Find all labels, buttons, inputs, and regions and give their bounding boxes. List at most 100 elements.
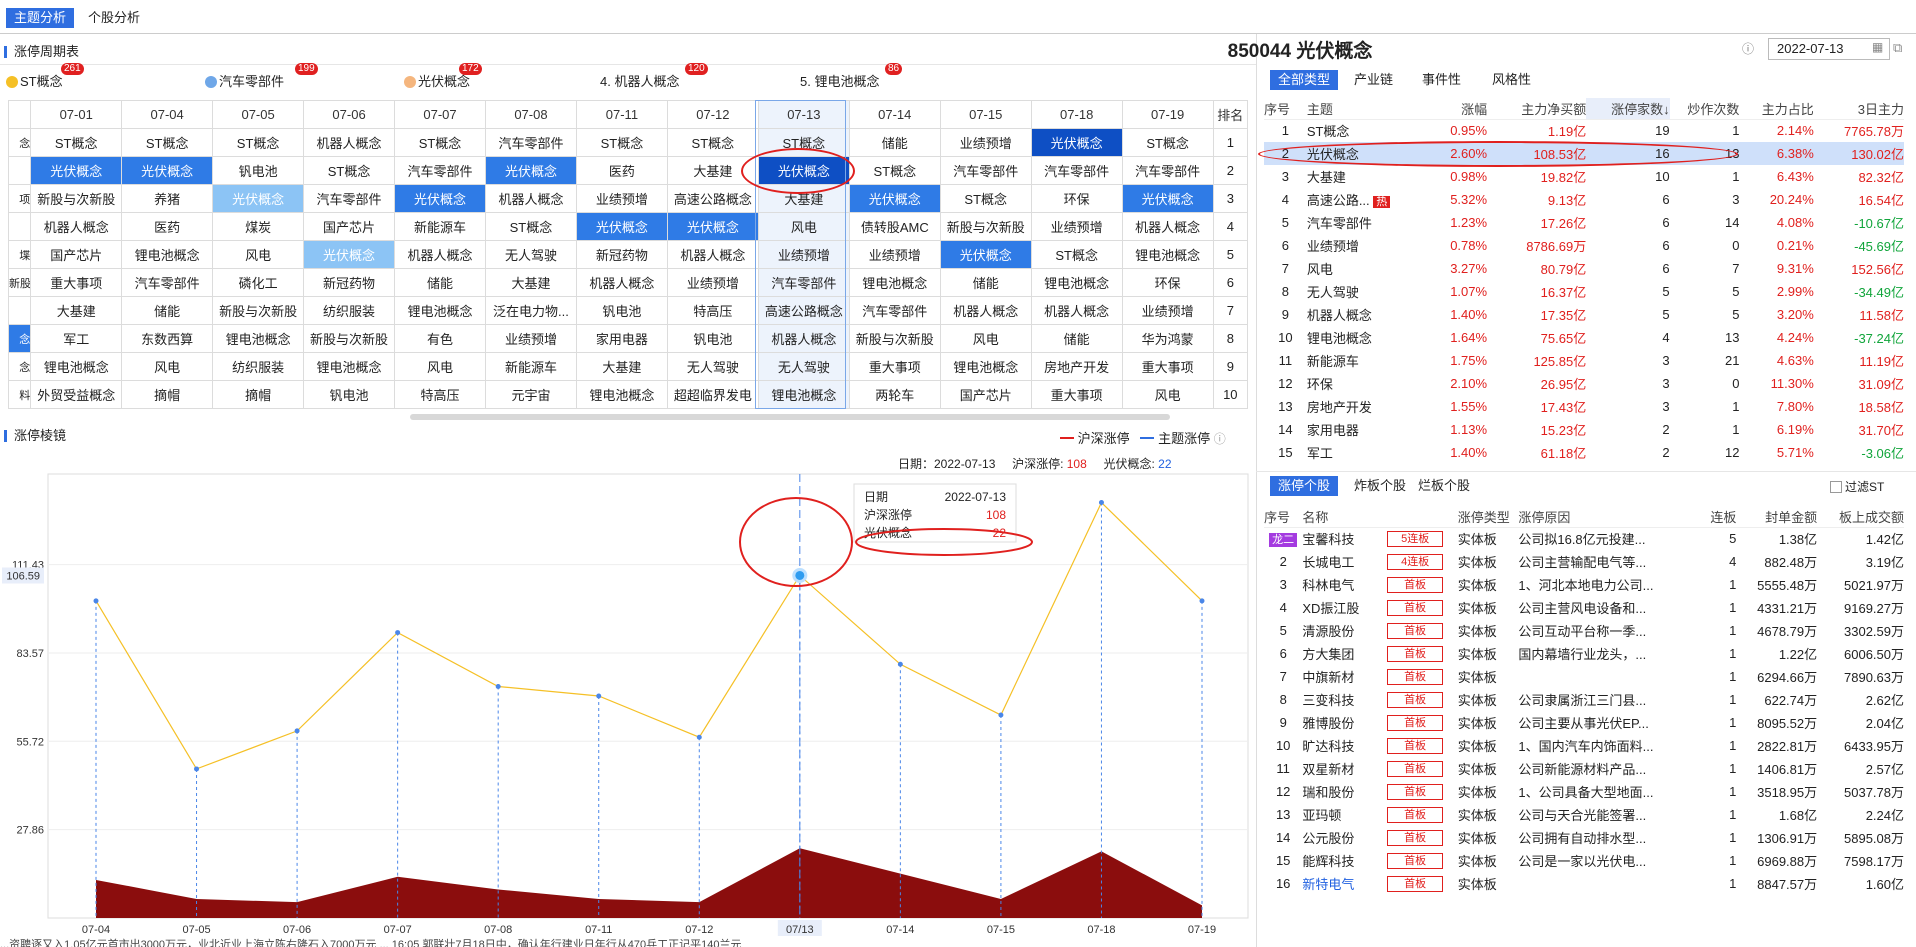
sector-row[interactable]: 10 锂电池概念 1.64% 75.65亿 4 13 4.24% -37.24亿	[1264, 326, 1904, 349]
cycle-cell[interactable]: 新冠药物	[575, 240, 668, 269]
cycle-cell[interactable]: 大基建	[575, 352, 668, 381]
stock-row[interactable]: 11 双星新材 首板 实体板 公司新能源材料产品... 1 1406.81万 2.57亿	[1264, 757, 1904, 780]
cycle-cell[interactable]: 无人驾驶	[484, 240, 577, 269]
sector-header[interactable]: 主题	[1306, 98, 1424, 120]
sector-row[interactable]: 4 高速公路... 热 5.32% 9.13亿 6 3 20.24% 16.54亿	[1264, 188, 1904, 211]
tab-industry-chain[interactable]: 产业链	[1346, 70, 1401, 90]
cycle-cell[interactable]: 医药	[575, 156, 668, 185]
cycle-cell[interactable]: 养猪	[121, 184, 214, 213]
sector-header[interactable]: 涨停家数↓	[1586, 98, 1670, 120]
cycle-cell[interactable]: 钒电池	[666, 324, 759, 353]
cycle-cell[interactable]: 两轮车	[848, 380, 941, 409]
cycle-cell[interactable]: 大基建	[30, 296, 123, 325]
cycle-cell[interactable]: 业绩预增	[666, 268, 759, 297]
cycle-cell[interactable]: 高速公路概念	[757, 296, 850, 325]
sector-row[interactable]: 5 汽车零部件 1.23% 17.26亿 6 14 4.08% -10.67亿	[1264, 211, 1904, 234]
cycle-cell[interactable]: ST概念	[212, 128, 305, 157]
cycle-cell[interactable]: 风电	[394, 352, 486, 381]
cycle-cell[interactable]: 机器人概念	[303, 128, 396, 157]
help-icon[interactable]: ⓘ	[1742, 40, 1754, 57]
filter-checkbox[interactable]	[1830, 481, 1842, 493]
export-icon[interactable]: ⧉	[1893, 40, 1902, 56]
cycle-cell[interactable]: 汽车零部件	[1121, 156, 1214, 185]
cycle-cell[interactable]: 锂电池概念	[575, 380, 668, 409]
cycle-cell[interactable]: ST概念	[484, 212, 577, 241]
cycle-cell[interactable]: 汽车零部件	[303, 184, 396, 213]
stocks-header[interactable]	[1387, 506, 1458, 528]
cycle-cell[interactable]: ST概念	[121, 128, 214, 157]
cycle-date-header[interactable]: 07-04	[121, 100, 214, 129]
sector-row[interactable]: 8 无人驾驶 1.07% 16.37亿 5 5 2.99% -34.49亿	[1264, 280, 1904, 303]
cycle-cell[interactable]: 锂电池概念	[757, 380, 850, 409]
stock-row[interactable]: 2 长城电工 4连板 实体板 公司主营输配电气等... 4 882.48万 3.19亿	[1264, 550, 1904, 573]
cycle-cell[interactable]: 新股与次新股	[212, 296, 305, 325]
sector-row[interactable]: 3 大基建 0.98% 19.82亿 10 1 6.43% 82.32亿	[1264, 165, 1904, 188]
cycle-date-header[interactable]: 07-07	[394, 100, 486, 129]
cycle-cell[interactable]: 泛在电力物...	[484, 296, 577, 325]
cycle-date-header[interactable]: 07-19	[1121, 100, 1214, 129]
cycle-cell[interactable]: ST概念	[394, 128, 486, 157]
cycle-cell[interactable]: 锂电池概念	[303, 352, 396, 381]
cycle-date-header[interactable]: 07-14	[848, 100, 941, 129]
sector-row[interactable]: 1 ST概念 0.95% 1.19亿 19 1 2.14% 7765.78万	[1264, 119, 1904, 142]
cycle-cell[interactable]: 锂电池概念	[939, 352, 1032, 381]
cycle-date-header[interactable]: 07-06	[303, 100, 396, 129]
cycle-cell[interactable]: 光伏概念	[121, 156, 214, 185]
sector-header[interactable]: 序号	[1264, 98, 1307, 120]
cycle-cell[interactable]: 新冠药物	[303, 268, 396, 297]
tab-stock-analysis[interactable]: 个股分析	[80, 8, 148, 28]
cycle-cell[interactable]: 光伏概念	[212, 184, 305, 213]
cycle-cell[interactable]: 光伏概念	[303, 240, 396, 269]
cycle-cell[interactable]: 超超临界发电	[666, 380, 759, 409]
sector-header[interactable]: 炒作次数	[1669, 98, 1740, 120]
data-point[interactable]	[1098, 500, 1104, 506]
cycle-cell[interactable]: 锂电池概念	[1121, 240, 1214, 269]
tab-all-types[interactable]: 全部类型	[1270, 70, 1339, 90]
cycle-cell[interactable]: 储能	[121, 296, 214, 325]
cycle-cell[interactable]: 储能	[848, 128, 941, 157]
cycle-cell[interactable]: 汽车零部件	[394, 156, 486, 185]
data-point[interactable]	[696, 734, 702, 740]
stock-row[interactable]: 龙二 宝馨科技 5连板 实体板 公司拟16.8亿元投建... 5 1.38亿 1.42亿	[1264, 527, 1904, 550]
filter-st[interactable]: 过滤ST	[1830, 478, 1884, 495]
cycle-date-header[interactable]: 07-12	[666, 100, 759, 129]
cycle-cell[interactable]: 重大事项	[1030, 380, 1123, 409]
sector-row[interactable]: 15 军工 1.40% 61.18亿 2 12 5.71% -3.06亿	[1264, 441, 1904, 464]
cycle-cell[interactable]: 大基建	[484, 268, 577, 297]
cycle-cell[interactable]: 汽车零部件	[484, 128, 577, 157]
stock-row[interactable]: 7 中旗新材 首板 实体板 1 6294.66万 7890.63万	[1264, 665, 1904, 688]
stocks-header[interactable]: 名称	[1302, 506, 1388, 528]
sector-row[interactable]: 12 环保 2.10% 26.95亿 3 0 11.30% 31.09亿	[1264, 372, 1904, 395]
cycle-cell[interactable]: 光伏概念	[575, 212, 668, 241]
data-point[interactable]	[93, 598, 99, 604]
sector-row[interactable]: 14 家用电器 1.13% 15.23亿 2 1 6.19% 31.70亿	[1264, 418, 1904, 441]
cycle-cell[interactable]: 业绩预增	[939, 128, 1032, 157]
cycle-cell[interactable]: ST概念	[575, 128, 668, 157]
cycle-cell[interactable]: 无人驾驶	[666, 352, 759, 381]
cycle-cell[interactable]: ST概念	[303, 156, 396, 185]
cycle-cell[interactable]: 环保	[1121, 268, 1214, 297]
mirror-chart[interactable]: 111.4383.5755.7227.8607-04 07-05 07-06 07-0…	[0, 432, 1260, 947]
cycle-cell[interactable]: 风电	[1121, 380, 1214, 409]
cycle-cell[interactable]: ST概念	[848, 156, 941, 185]
cycle-legend-item[interactable]: 5. 锂电池概念 86	[800, 63, 903, 90]
cycle-cell[interactable]: 家用电器	[575, 324, 668, 353]
stock-row[interactable]: 5 清源股份 首板 实体板 公司互动平台称一季... 1 4678.79万 3302.59万	[1264, 619, 1904, 642]
cycle-cell[interactable]: 元宇宙	[484, 380, 577, 409]
cycle-cell[interactable]: 机器人概念	[30, 212, 123, 241]
cycle-cell[interactable]: 国产芯片	[303, 212, 396, 241]
cycle-date-header[interactable]: 07-13	[757, 100, 850, 129]
cycle-cell[interactable]: 光伏概念	[848, 184, 941, 213]
cycle-cell[interactable]: 储能	[1030, 324, 1123, 353]
cycle-cell[interactable]: 东数西算	[121, 324, 214, 353]
tab-theme-analysis[interactable]: 主题分析	[6, 8, 75, 28]
stocks-header[interactable]: 涨停类型	[1457, 506, 1519, 528]
cycle-cell[interactable]: 新能源车	[484, 352, 577, 381]
cycle-cell[interactable]: 锂电池概念	[121, 240, 214, 269]
stock-row[interactable]: 16 新特电气 首板 实体板 1 8847.57万 1.60亿	[1264, 872, 1904, 895]
cycle-cell[interactable]: 机器人概念	[394, 240, 486, 269]
cycle-cell[interactable]: 有色	[394, 324, 486, 353]
cycle-cell[interactable]: 锂电池概念	[212, 324, 305, 353]
cycle-cell[interactable]: 业绩预增	[1030, 212, 1123, 241]
cycle-cell[interactable]: 高速公路概念	[666, 184, 759, 213]
